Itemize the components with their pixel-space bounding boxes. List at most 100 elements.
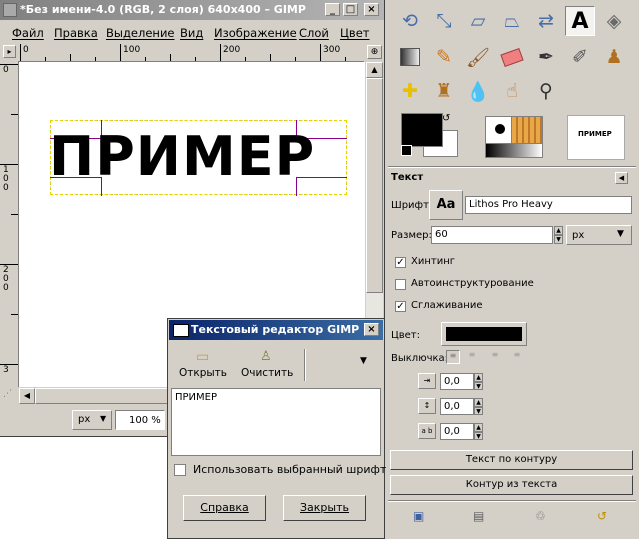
letter-spacing-increment-icon[interactable]: ▲ bbox=[474, 423, 483, 432]
blend-tool-icon[interactable] bbox=[395, 42, 425, 72]
menu-file[interactable]: Файл bbox=[12, 26, 44, 40]
swap-colors-icon[interactable]: ↺ bbox=[442, 113, 450, 124]
perspective-clone-tool-icon[interactable]: ♜ bbox=[429, 76, 459, 106]
size-label: Размер: bbox=[391, 230, 432, 241]
pencil-tool-icon[interactable]: ✎ bbox=[429, 42, 459, 72]
window-title: *Без имени-4.0 (RGB, 2 слоя) 640x400 – G… bbox=[20, 3, 306, 16]
hinting-checkbox[interactable]: ✓ bbox=[395, 257, 406, 268]
vertical-ruler[interactable]: 0 1 0 0 2 0 0 3 bbox=[0, 62, 19, 387]
scroll-up-arrow-icon[interactable]: ▲ bbox=[366, 62, 383, 78]
dialog-close-button[interactable]: × bbox=[364, 323, 379, 336]
scale-tool-icon[interactable]: ⤡ bbox=[429, 6, 459, 36]
hruler-label-100: 100 bbox=[123, 45, 141, 55]
size-field[interactable]: 60 bbox=[431, 226, 553, 244]
delete-options-icon[interactable]: ♲ bbox=[535, 509, 546, 523]
unit-select[interactable]: px ▼ bbox=[72, 410, 112, 430]
menu-edit[interactable]: Правка bbox=[54, 26, 98, 40]
image-preview-text: ПРИМЕР bbox=[578, 130, 612, 138]
antialias-label: Сглаживание bbox=[411, 300, 483, 311]
font-preview-button[interactable]: Aa bbox=[429, 190, 463, 220]
path-from-text-button[interactable]: Контур из текста bbox=[390, 475, 633, 495]
font-field[interactable]: Lithos Pro Heavy bbox=[465, 196, 632, 214]
eraser-tool-icon[interactable] bbox=[497, 42, 527, 72]
scroll-left-arrow-icon[interactable]: ◀ bbox=[19, 388, 35, 404]
justify-right-icon[interactable]: ≡ bbox=[465, 350, 479, 364]
indent-increment-icon[interactable]: ▲ bbox=[474, 373, 483, 382]
blur-tool-icon[interactable]: 💧 bbox=[463, 76, 493, 106]
dodge-burn-tool-icon[interactable]: ⚲ bbox=[531, 76, 561, 106]
minimize-button[interactable]: _ bbox=[325, 3, 340, 16]
menu-view[interactable]: Вид bbox=[180, 26, 203, 40]
horizontal-ruler[interactable]: 0 100 200 300 bbox=[18, 44, 364, 62]
text-along-path-button[interactable]: Текст по контуру bbox=[390, 450, 633, 470]
pattern-preview[interactable] bbox=[511, 116, 543, 144]
close-dialog-button[interactable]: Закрыть bbox=[283, 495, 366, 521]
navigate-icon[interactable]: ⊕ bbox=[367, 45, 382, 59]
gimp-app-icon bbox=[3, 3, 17, 17]
indent-field[interactable]: 0,0 bbox=[440, 373, 474, 390]
menu-color[interactable]: Цвет bbox=[340, 26, 369, 40]
line-spacing-increment-icon[interactable]: ▲ bbox=[474, 398, 483, 407]
quick-mask-corner-button[interactable]: ▸ bbox=[3, 45, 16, 58]
line-spacing-decrement-icon[interactable]: ▼ bbox=[474, 407, 483, 415]
justify-fill-icon[interactable]: ≡ bbox=[510, 350, 524, 364]
close-button[interactable]: × bbox=[364, 3, 379, 16]
text-editor-area[interactable]: ПРИМЕР bbox=[171, 388, 381, 456]
size-unit-select[interactable]: px ▼ bbox=[566, 225, 632, 245]
letter-spacing-icon: a b bbox=[418, 423, 436, 439]
autohint-checkbox[interactable] bbox=[395, 279, 406, 290]
text-color-button[interactable] bbox=[441, 322, 527, 346]
antialias-checkbox[interactable]: ✓ bbox=[395, 301, 406, 312]
tool-options-menu-icon[interactable]: ◀ bbox=[615, 172, 628, 184]
justify-left-icon[interactable]: ≡ bbox=[446, 350, 460, 364]
help-button[interactable]: Справка bbox=[183, 495, 266, 521]
gradient-preview[interactable] bbox=[485, 143, 543, 158]
hruler-label-300: 300 bbox=[323, 45, 341, 55]
ink-tool-icon[interactable]: ✐ bbox=[565, 42, 595, 72]
menu-select[interactable]: Выделение bbox=[106, 26, 175, 40]
menubar: Файл Правка Выделение Вид Изображение Сл… bbox=[0, 21, 384, 43]
vruler-label-300: 3 bbox=[3, 365, 9, 375]
horizontal-scroll-thumb[interactable] bbox=[35, 388, 185, 404]
vertical-scroll-thumb[interactable] bbox=[366, 78, 383, 293]
menu-image[interactable]: Изображение bbox=[214, 26, 297, 40]
image-window-titlebar[interactable]: *Без имени-4.0 (RGB, 2 слоя) 640x400 – G… bbox=[0, 0, 384, 20]
restore-options-icon[interactable]: ▤ bbox=[473, 509, 484, 523]
line-spacing-field[interactable]: 0,0 bbox=[440, 398, 474, 415]
menu-layer[interactable]: Слой bbox=[299, 26, 329, 40]
size-increment-icon[interactable]: ▲ bbox=[554, 226, 563, 235]
dropdown-arrow-icon: ▼ bbox=[100, 414, 107, 423]
indent-decrement-icon[interactable]: ▼ bbox=[474, 382, 483, 390]
airbrush-tool-icon[interactable]: ✒ bbox=[531, 42, 561, 72]
clear-button[interactable]: Очистить bbox=[241, 367, 293, 379]
size-decrement-icon[interactable]: ▼ bbox=[554, 235, 563, 244]
perspective-tool-icon[interactable]: ⏢ bbox=[497, 6, 527, 36]
letter-spacing-decrement-icon[interactable]: ▼ bbox=[474, 432, 483, 440]
autohint-label: Автоинструктурование bbox=[411, 278, 534, 289]
letter-spacing-field[interactable]: 0,0 bbox=[440, 423, 474, 440]
resize-grip-icon: ⋰ bbox=[3, 389, 12, 399]
dropdown-arrow-icon: ▼ bbox=[617, 229, 624, 239]
text-tool-icon[interactable]: A bbox=[565, 6, 595, 36]
active-image-preview[interactable]: ПРИМЕР bbox=[567, 115, 625, 160]
text-editor-titlebar[interactable]: Текстовый редактор GIMP × bbox=[169, 320, 383, 340]
heal-tool-icon[interactable]: ✚ bbox=[395, 76, 425, 106]
justify-center-icon[interactable]: ≡ bbox=[488, 350, 502, 364]
flip-tool-icon[interactable]: ⇄ bbox=[531, 6, 561, 36]
use-selected-font-checkbox[interactable] bbox=[174, 464, 186, 476]
zoom-select[interactable]: 100 % bbox=[115, 410, 165, 430]
paintbrush-tool-icon[interactable]: 🖌 bbox=[463, 42, 493, 72]
toolbar-overflow-arrow-icon[interactable]: ▼ bbox=[360, 356, 367, 366]
rotate-tool-icon[interactable]: ⟲ bbox=[395, 6, 425, 36]
maximize-button[interactable]: □ bbox=[343, 3, 358, 16]
shear-tool-icon[interactable]: ▱ bbox=[463, 6, 493, 36]
smudge-tool-icon[interactable]: ☝ bbox=[497, 76, 527, 106]
default-colors-icon[interactable] bbox=[401, 145, 412, 156]
clone-tool-icon[interactable]: ♟ bbox=[599, 42, 629, 72]
reset-options-icon[interactable]: ↺ bbox=[597, 509, 607, 523]
dialog-window-icon bbox=[173, 324, 189, 337]
open-button[interactable]: Открыть bbox=[179, 367, 227, 379]
save-options-icon[interactable]: ▣ bbox=[413, 509, 424, 523]
bucket-fill-tool-icon[interactable]: ◈ bbox=[599, 6, 629, 36]
clear-broom-icon: ♙ bbox=[260, 349, 272, 364]
